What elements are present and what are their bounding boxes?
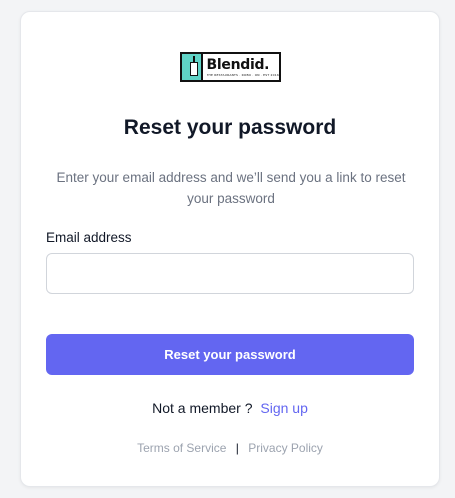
signup-link[interactable]: Sign up [260,400,307,416]
logo-wordmark: Blendid. [206,56,270,73]
logo-tagline: THE RESTAURANTS · ROBO · ON · EST 2016 [206,72,279,77]
email-label: Email address [46,230,132,245]
cup-icon [182,54,203,80]
page-title: Reset your password [123,116,337,139]
blendid-logo: Blendid. THE RESTAURANTS · ROBO · ON · E… [180,52,281,82]
reset-password-button[interactable]: Reset your password [46,334,414,375]
reset-password-card: Blendid. THE RESTAURANTS · ROBO · ON · E… [20,11,440,487]
terms-link[interactable]: Terms of Service [137,441,226,455]
signup-row: Not a member ? Sign up [21,400,439,416]
footer-separator: | [235,441,239,455]
email-field[interactable] [46,253,414,294]
page-subtitle: Enter your email address and we’ll send … [56,170,406,206]
signup-prompt: Not a member ? [152,400,253,416]
footer-links: Terms of Service | Privacy Policy [21,441,439,455]
privacy-link[interactable]: Privacy Policy [248,441,323,455]
